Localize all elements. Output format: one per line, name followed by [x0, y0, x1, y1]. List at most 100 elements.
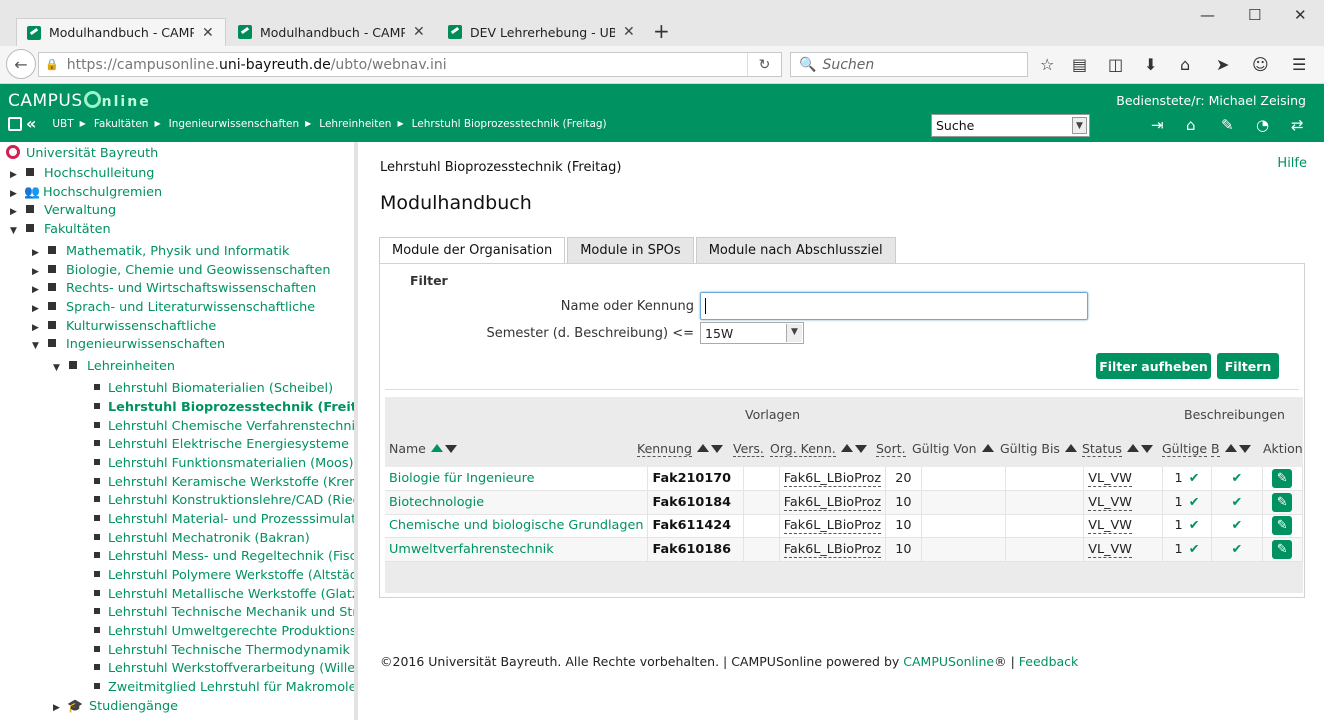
tree-item[interactable]: ▶ 🎓 Studiengänge [53, 699, 178, 714]
tree-item[interactable]: Lehrstuhl Material- und Prozesssimulatio… [94, 512, 354, 527]
breadcrumb-fakultaeten[interactable]: Fakultäten [94, 118, 149, 130]
tab-module-nach-abschlussziel[interactable]: Module nach Abschlussziel [695, 237, 896, 264]
close-tab-icon[interactable]: ✕ [413, 24, 425, 40]
browser-tab-2[interactable]: Modulhandbuch - CAMP... ✕ [228, 18, 438, 46]
edit-page-icon[interactable]: ✎ [1221, 116, 1234, 134]
filter-icon[interactable] [444, 445, 457, 453]
reset-filter-button[interactable]: Filter aufheben [1096, 353, 1211, 379]
dashboard-icon[interactable]: ◔ [1256, 116, 1269, 134]
tree-item[interactable]: Lehrstuhl Biomaterialien (Scheibel) [94, 381, 333, 396]
expand-arrow-icon[interactable]: ▶ [10, 189, 22, 199]
minimize-icon[interactable]: — [1200, 6, 1215, 24]
apply-filter-button[interactable]: Filtern [1217, 353, 1279, 379]
semester-select[interactable]: 15W ▼ [700, 322, 804, 344]
column-header-status[interactable]: Status [1082, 441, 1153, 457]
tree-item[interactable]: ▼ Fakultäten [10, 222, 111, 237]
sort-icon[interactable] [981, 444, 994, 452]
tree-item[interactable]: ▼ Ingenieurwissenschaften [32, 337, 225, 352]
user-name[interactable]: Michael Zeising [1209, 93, 1306, 108]
tree-item[interactable]: Zweitmitglied Lehrstuhl für Makromolekul… [94, 680, 354, 695]
sort-icon[interactable] [696, 444, 709, 452]
edit-pencil-icon[interactable]: ✎ [1272, 469, 1293, 488]
expand-arrow-icon[interactable]: ▶ [53, 703, 65, 713]
tree-root[interactable]: Universität Bayreuth [6, 145, 158, 161]
tree-item[interactable]: Lehrstuhl Konstruktionslehre/CAD (Rieg) [94, 493, 354, 508]
expand-arrow-icon[interactable]: ▶ [10, 170, 22, 180]
browser-tab-3[interactable]: DEV Lehrerhebung - UBT -... ✕ [438, 18, 648, 46]
browser-search-input[interactable]: 🔍 Suchen [790, 52, 1028, 77]
expand-arrow-icon[interactable]: ▶ [32, 267, 44, 277]
column-header-gueltig-von[interactable]: Gültig Von [912, 441, 994, 456]
edit-pencil-icon[interactable]: ✎ [1272, 516, 1293, 536]
home-icon[interactable]: ⌂ [1180, 55, 1190, 74]
tree-item-selected[interactable]: Lehrstuhl Bioprozesstechnik (Freitag) [94, 400, 354, 415]
download-icon[interactable]: ⬇ [1144, 55, 1157, 74]
collapse-arrow-icon[interactable]: ▼ [53, 363, 65, 373]
column-header-gueltige[interactable]: Gültige [1162, 441, 1208, 457]
column-header-org-kenn[interactable]: Org. Kenn. [770, 441, 867, 457]
menu-icon[interactable]: ☰ [1292, 55, 1306, 74]
tree-item[interactable]: ▼ Lehreinheiten [53, 359, 175, 374]
expand-arrow-icon[interactable]: ▶ [32, 248, 44, 258]
module-name-link[interactable]: Umweltverfahrenstechnik [389, 542, 554, 557]
module-name-link[interactable]: Chemische und biologische Grundlagen [389, 518, 643, 533]
browser-tab-1[interactable]: Modulhandbuch - CAMP... ✕ [16, 18, 226, 46]
tree-item[interactable]: ▶ Kulturwissenschaftliche [32, 319, 216, 334]
tab-module-in-spos[interactable]: Module in SPOs [567, 237, 694, 264]
breadcrumb-lehreinheiten[interactable]: Lehreinheiten [319, 118, 391, 130]
tree-item[interactable]: ▶ Sprach- und Literaturwissenschaftliche [32, 300, 315, 315]
column-header-gueltig-bis[interactable]: Gültig Bis [1000, 441, 1077, 456]
expand-arrow-icon[interactable]: ▶ [10, 207, 22, 217]
column-header-kennung[interactable]: Kennung [637, 441, 723, 457]
tree-item[interactable]: ▶ 👥 Hochschulgremien [10, 185, 162, 200]
back-icon[interactable]: ← [6, 49, 36, 79]
filter-icon[interactable] [1238, 445, 1251, 453]
close-tab-icon[interactable]: ✕ [202, 25, 214, 41]
language-icon[interactable]: ⇄ [1291, 116, 1304, 134]
tree-item[interactable]: Lehrstuhl Werkstoffverarbeitung (Willert… [94, 661, 354, 676]
filter-icon[interactable] [1140, 445, 1153, 453]
maximize-icon[interactable]: ☐ [1248, 6, 1261, 24]
new-tab-icon[interactable]: + [653, 19, 670, 43]
close-window-icon[interactable]: ✕ [1294, 6, 1307, 24]
edit-pencil-icon[interactable]: ✎ [1272, 492, 1293, 512]
tree-item[interactable]: Lehrstuhl Metallische Werkstoffe (Glatze… [94, 587, 354, 602]
filter-icon[interactable] [710, 445, 723, 453]
logout-icon[interactable]: ⇥ [1151, 116, 1164, 134]
filter-icon[interactable] [854, 445, 867, 453]
tree-item[interactable]: Lehrstuhl Polymere Werkstoffe (Altstädt) [94, 568, 354, 583]
collapse-arrow-icon[interactable]: ▼ [10, 226, 22, 236]
header-search-select[interactable]: Suche ▼ [931, 114, 1090, 137]
close-tab-icon[interactable]: ✕ [623, 24, 635, 40]
tree-item[interactable]: Lehrstuhl Funktionsmaterialien (Moos) [94, 456, 354, 471]
tree-item[interactable]: Lehrstuhl Keramische Werkstoffe (Krenkel… [94, 475, 354, 490]
reload-icon[interactable]: ↻ [747, 53, 781, 76]
collapse-nav-icon[interactable]: « [26, 114, 36, 133]
footer-feedback-link[interactable]: Feedback [1019, 654, 1079, 669]
tree-item[interactable]: Lehrstuhl Mess- und Regeltechnik (Fische… [94, 549, 354, 564]
expand-arrow-icon[interactable]: ▶ [32, 304, 44, 314]
column-header-name[interactable]: Name [389, 441, 457, 456]
help-link[interactable]: Hilfe [1277, 156, 1307, 171]
home-icon[interactable]: ⌂ [1186, 116, 1196, 134]
pocket-icon[interactable]: ◫ [1108, 55, 1123, 74]
tree-item[interactable]: ▶ Biologie, Chemie und Geowissenschaften [32, 263, 330, 278]
column-header-b[interactable]: B [1211, 441, 1251, 457]
breadcrumb-current[interactable]: Lehrstuhl Bioprozesstechnik (Freitag) [412, 118, 607, 130]
footer-campusonline-link[interactable]: CAMPUSonline [903, 654, 994, 669]
tree-item[interactable]: ▶ Mathematik, Physik und Informatik [32, 244, 289, 259]
tree-item[interactable]: ▶ Hochschulleitung [10, 166, 154, 181]
expand-arrow-icon[interactable]: ▶ [32, 323, 44, 333]
breadcrumb-ingenieurwissenschaften[interactable]: Ingenieurwissenschaften [169, 118, 300, 130]
column-header-sort[interactable]: Sort. [876, 441, 906, 457]
tree-item[interactable]: Lehrstuhl Mechatronik (Bakran) [94, 531, 310, 546]
tree-item[interactable]: ▶ Rechts- und Wirtschaftswissenschaften [32, 281, 316, 296]
tree-item[interactable]: ▶ Verwaltung [10, 203, 116, 218]
send-icon[interactable]: ➤ [1216, 55, 1229, 74]
reading-list-icon[interactable]: ▤ [1072, 55, 1087, 74]
column-header-vers[interactable]: Vers. [733, 441, 764, 457]
sort-icon[interactable] [1064, 444, 1077, 452]
module-name-link[interactable]: Biologie für Ingenieure [389, 471, 535, 486]
tab-module-der-organisation[interactable]: Module der Organisation [379, 237, 566, 264]
tree-item[interactable]: Lehrstuhl Elektrische Energiesysteme (Da… [94, 437, 354, 452]
